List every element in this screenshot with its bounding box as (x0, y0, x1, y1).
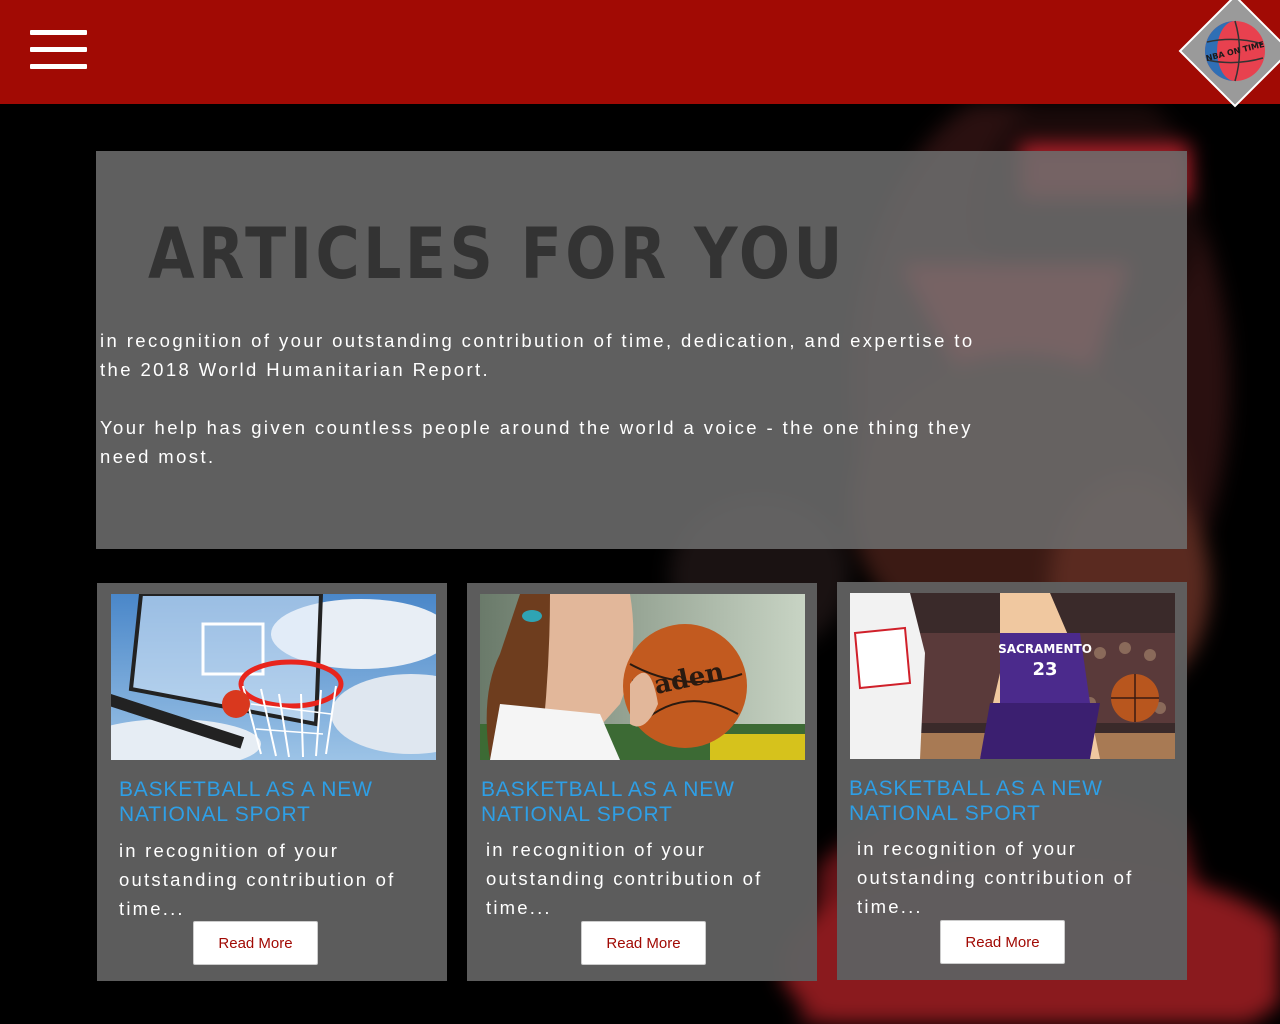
top-navigation-bar: NBA ON TIME (0, 0, 1280, 108)
basketball-hoop-sky-image[interactable] (111, 594, 436, 760)
read-more-button[interactable]: Read More (581, 921, 706, 965)
article-title[interactable]: BASKETBALL AS A NEW NATIONAL SPORT (849, 776, 1159, 826)
read-more-button[interactable]: Read More (193, 921, 318, 965)
hero-paragraph: in recognition of your outstanding contr… (100, 330, 975, 380)
hero-paragraph: Your help has given countless people aro… (100, 417, 973, 467)
site-logo[interactable]: NBA ON TIME (1176, 0, 1280, 110)
svg-text:SACRAMENTO: SACRAMENTO (998, 642, 1092, 656)
hamburger-menu-icon[interactable] (30, 30, 87, 70)
article-excerpt: in recognition of your outstanding contr… (486, 839, 763, 918)
girl-holding-basketball-image[interactable]: Baden (480, 594, 805, 760)
read-more-button[interactable]: Read More (940, 920, 1065, 964)
article-excerpt: in recognition of your outstanding contr… (857, 838, 1134, 917)
article-title[interactable]: BASKETBALL AS A NEW NATIONAL SPORT (481, 777, 791, 827)
svg-text:23: 23 (1032, 659, 1057, 680)
players-game-action-image[interactable]: SACRAMENTO 23 (850, 593, 1175, 759)
article-title[interactable]: BASKETBALL AS A NEW NATIONAL SPORT (119, 777, 429, 827)
page-title: ARTICLES FOR YOU (148, 213, 846, 295)
article-card: BASKETBALL AS A NEW NATIONAL SPORT in re… (97, 583, 447, 981)
article-excerpt: in recognition of your outstanding contr… (119, 840, 396, 919)
article-card: SACRAMENTO 23 BASKETBALL AS A NEW NATION… (837, 582, 1187, 980)
article-card: Baden BASKETBALL AS A NEW NATIONAL SPORT… (467, 583, 817, 981)
